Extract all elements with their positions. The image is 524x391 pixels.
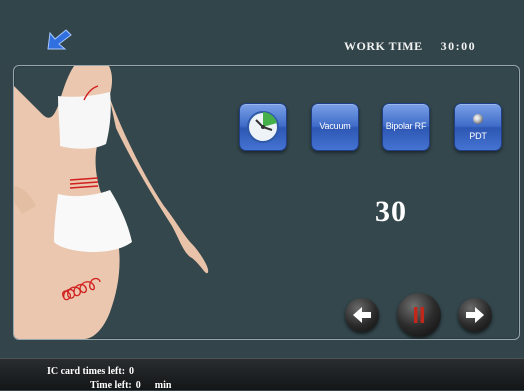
time-left-value: 0 (135, 380, 141, 391)
timer-mode-button[interactable] (239, 103, 287, 151)
arrow-right-icon (466, 307, 484, 323)
ic-card-label: IC card times left: (47, 366, 126, 377)
treatment-counter: 30 (375, 195, 407, 228)
vacuum-mode-button[interactable]: Vacuum (311, 103, 359, 151)
bipolar-rf-label: Bipolar RF (385, 121, 427, 131)
status-bar: IC card times left: 0 Time left: 0 min (0, 358, 524, 391)
work-time-label: WORK TIME (344, 39, 423, 53)
time-left-label: Time left: (90, 380, 132, 391)
ic-card-status: IC card times left: 0 (47, 366, 134, 377)
work-time-value: 30:00 (440, 39, 477, 53)
back-arrow-icon[interactable] (40, 27, 76, 53)
clock-icon (247, 111, 279, 143)
body-figure-illustration (14, 66, 209, 339)
pause-icon (414, 307, 424, 323)
top-bar: WORK TIME 30:00 (0, 0, 524, 64)
previous-button[interactable] (345, 298, 379, 332)
time-left-status: Time left: 0 min (90, 380, 171, 391)
bipolar-rf-mode-button[interactable]: Bipolar RF (382, 103, 430, 151)
next-button[interactable] (458, 298, 492, 332)
pdt-label: PDT (469, 131, 487, 141)
light-dot-icon (473, 114, 483, 124)
ic-card-value: 0 (129, 366, 135, 377)
treatment-panel: Vacuum Bipolar RF PDT 30 (13, 65, 520, 340)
pdt-mode-button[interactable]: PDT (454, 103, 502, 151)
pause-button[interactable] (397, 293, 441, 337)
vacuum-label: Vacuum (319, 121, 351, 131)
time-left-unit: min (154, 380, 172, 391)
work-time: WORK TIME 30:00 (344, 39, 476, 54)
arrow-left-icon (353, 307, 371, 323)
